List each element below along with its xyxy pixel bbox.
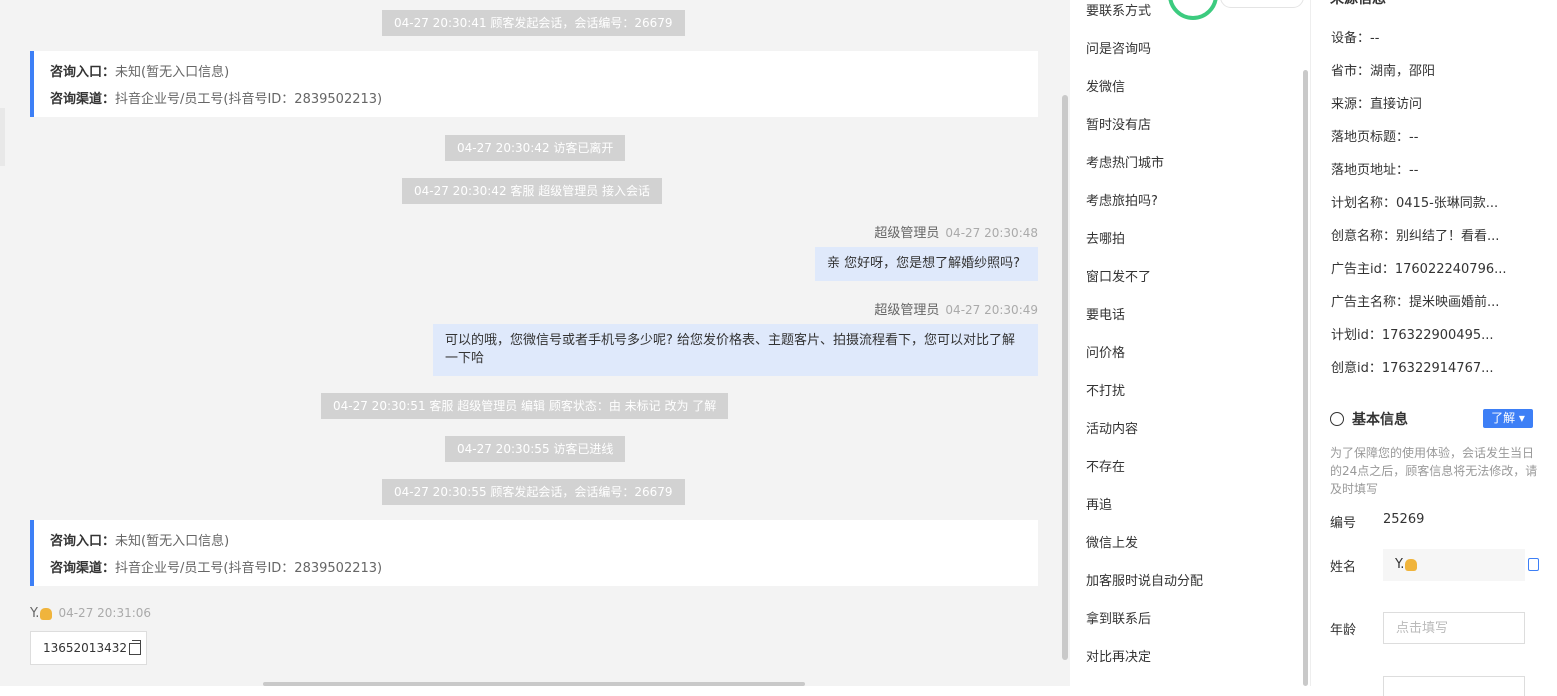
status-tag-dropdown[interactable]: 了解 ▾: [1483, 409, 1533, 428]
message-meta: 超级管理员 04-27 20:30:49: [874, 299, 1038, 318]
entry-value: 未知(暂无入口信息): [115, 534, 230, 549]
quick-reply-item[interactable]: 不存在: [1086, 458, 1125, 478]
system-message: 04-27 20:30:55 访客已进线: [445, 436, 626, 462]
quick-reply-item[interactable]: 考虑热门城市: [1086, 154, 1164, 174]
id-value: 25269: [1383, 512, 1425, 527]
quick-reply-item[interactable]: 不打扰: [1086, 382, 1125, 402]
message-meta: Y. 04-27 20:31:06: [30, 606, 151, 621]
document-icon[interactable]: [1528, 558, 1539, 571]
channel-value: 抖音企业号/员工号(抖音号ID：2839502213): [115, 92, 383, 107]
quick-reply-item[interactable]: 要电话: [1086, 306, 1125, 326]
sender-name: 超级管理员: [874, 303, 940, 318]
channel-label: 咨询渠道：: [50, 92, 116, 107]
source-info-line: 计划id：176322900495...: [1331, 328, 1494, 343]
message-time: 04-27 20:30:48: [945, 226, 1038, 240]
name-label: 姓名: [1330, 560, 1357, 575]
message-time: 04-27 20:30:49: [945, 303, 1038, 317]
age-input[interactable]: [1383, 612, 1525, 644]
customer-message-bubble[interactable]: 13652013432: [30, 631, 147, 665]
phone-number: 13652013432: [43, 641, 127, 655]
basic-info-header: 基本信息: [1330, 409, 1408, 429]
system-message: 04-27 20:30:42 客服 超级管理员 接入会话: [402, 178, 663, 204]
system-message: 04-27 20:30:42 访客已离开: [445, 135, 626, 161]
customer-info-panel: 设备：-- 省市：湖南，邵阳 来源：直接访问 落地页标题：-- 落地页地址：-- 计划名称…: [1310, 0, 1557, 686]
source-info-line: 落地页地址：--: [1331, 163, 1419, 178]
quick-reply-item[interactable]: 问价格: [1086, 344, 1125, 364]
status-tag-label: 了解: [1491, 411, 1516, 425]
name-field[interactable]: Y.: [1383, 549, 1525, 581]
id-label: 编号: [1330, 516, 1357, 531]
chat-scrollbar[interactable]: [1062, 95, 1068, 660]
source-info-line: 广告主id：176022240796...: [1331, 262, 1507, 277]
entry-value: 未知(暂无入口信息): [115, 65, 230, 80]
quick-reply-item[interactable]: 拿到联系后: [1086, 610, 1151, 630]
entry-label: 咨询入口：: [50, 65, 116, 80]
consult-info-card: 咨询入口：未知(暂无入口信息) 咨询渠道：抖音企业号/员工号(抖音号ID：283…: [30, 51, 1038, 117]
source-info-line: 创意名称：别纠结了！看看...: [1331, 229, 1500, 244]
quick-reply-item[interactable]: 要联系方式: [1086, 2, 1151, 22]
basic-info-title: 基本信息: [1352, 412, 1408, 428]
quick-reply-item[interactable]: 再追: [1086, 496, 1112, 516]
source-info-line: 省市：湖南，邵阳: [1331, 64, 1436, 79]
edit-notice: 为了保障您的使用体验，会话发生当日的24点之后，顾客信息将无法修改，请及时填写: [1330, 446, 1538, 496]
consult-info-card: 咨询入口：未知(暂无入口信息) 咨询渠道：抖音企业号/员工号(抖音号ID：283…: [30, 520, 1038, 586]
caret-down-icon: ▾: [1515, 411, 1525, 425]
agent-message-bubble: 亲 您好呀，您是想了解婚纱照吗?: [815, 247, 1038, 281]
quick-reply-item[interactable]: 微信上发: [1086, 534, 1138, 554]
quick-reply-item[interactable]: 问是咨询吗: [1086, 40, 1151, 60]
channel-label: 咨询渠道：: [50, 561, 116, 576]
copy-icon[interactable]: [128, 639, 141, 655]
source-info-title: 来源信息: [1330, 0, 1386, 8]
quick-reply-item[interactable]: 发微信: [1086, 78, 1125, 98]
quick-reply-item[interactable]: 去哪拍: [1086, 230, 1125, 250]
source-info-line: 落地页标题：--: [1331, 130, 1419, 145]
agent-message-bubble: 可以的哦，您微信号或者手机号多少呢? 给您发价格表、主题客片、拍摄流程看下，您可…: [433, 324, 1038, 376]
horizontal-scrollbar[interactable]: [263, 682, 805, 686]
sender-name: 超级管理员: [874, 226, 940, 241]
chat-panel: 04-27 20:30:41 顾客发起会话，会话编号：26679 咨询入口：未知…: [0, 0, 1070, 686]
source-info-line: 计划名称：0415-张琳同款...: [1331, 196, 1499, 211]
quick-reply-item[interactable]: 考虑旅拍吗?: [1086, 192, 1158, 212]
message-time: 04-27 20:31:06: [58, 606, 152, 620]
bear-emoji-icon: [40, 607, 53, 620]
quick-reply-item[interactable]: 对比再决定: [1086, 648, 1151, 668]
entry-label: 咨询入口：: [50, 534, 116, 549]
quick-reply-scrollbar[interactable]: [1303, 70, 1308, 686]
source-info-line: 来源：直接访问: [1331, 97, 1423, 112]
message-meta: 超级管理员 04-27 20:30:48: [874, 222, 1038, 241]
channel-value: 抖音企业号/员工号(抖音号ID：2839502213): [115, 561, 383, 576]
left-edge-tab: [0, 108, 5, 166]
system-message: 04-27 20:30:55 顾客发起会话，会话编号：26679: [382, 479, 685, 505]
quick-reply-item[interactable]: 活动内容: [1086, 420, 1138, 440]
next-field-input[interactable]: [1383, 676, 1525, 696]
system-message: 04-27 20:30:41 顾客发起会话，会话编号：26679: [382, 10, 685, 36]
source-info-line: 广告主名称：提米映画婚前...: [1331, 295, 1500, 310]
name-value: Y.: [1395, 557, 1405, 572]
source-info-line: 设备：--: [1331, 31, 1380, 46]
source-info-line: 创意id：176322914767...: [1331, 361, 1494, 376]
age-label: 年龄: [1330, 623, 1357, 638]
quick-reply-item[interactable]: 窗口发不了: [1086, 268, 1151, 288]
quick-reply-item[interactable]: 暂时没有店: [1086, 116, 1151, 136]
system-message: 04-27 20:30:51 客服 超级管理员 编辑 顾客状态：由 未标记 改为…: [321, 393, 729, 419]
user-circle-icon: [1330, 412, 1344, 426]
quick-reply-item[interactable]: 加客服时说自动分配: [1086, 572, 1203, 592]
bear-emoji-icon: [1405, 558, 1418, 571]
sender-name: Y.: [30, 606, 40, 621]
quick-reply-panel: 要联系方式问是咨询吗发微信暂时没有店考虑热门城市 考虑旅拍吗? 去哪拍窗口发不了要电…: [1070, 0, 1310, 686]
status-pill[interactable]: [1220, 0, 1304, 8]
